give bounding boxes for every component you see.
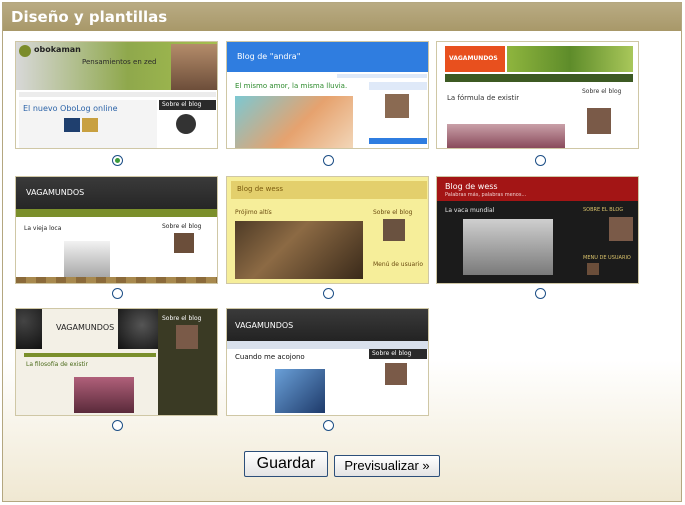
template-grid: obokaman Pensamientos en zed El nuevo Ob…	[3, 31, 681, 501]
template-thumbnail-5[interactable]: Blog de wess Prójimo altís Sobre el blog…	[226, 176, 429, 284]
save-button-label: Guardar	[256, 455, 316, 472]
template-8-post-title: Cuando me acojono	[235, 353, 305, 361]
template-radio-6[interactable]	[535, 288, 546, 299]
template-2-post-title: El mismo amor, la misma lluvia.	[235, 82, 348, 90]
panel-header: Diseño y plantillas	[3, 3, 681, 31]
template-5-banner: Blog de wess	[237, 185, 283, 193]
preview-button[interactable]: Previsualizar »	[334, 455, 440, 477]
template-radio-8[interactable]	[323, 420, 334, 431]
template-8-banner: VAGAMUNDOS	[235, 321, 294, 330]
template-5-post-title: Prójimo altís	[235, 209, 272, 216]
save-button[interactable]: Guardar	[244, 451, 328, 477]
template-6-post-title: La vaca mundial	[445, 207, 495, 214]
panel-title: Diseño y plantillas	[11, 8, 168, 26]
template-radio-1[interactable]	[112, 155, 123, 166]
template-3-banner: VAGAMUNDOS	[449, 55, 498, 62]
template-5-sidebar-heading: Sobre el blog	[373, 209, 413, 216]
template-4-sidebar-heading: Sobre el blog	[162, 223, 202, 230]
template-6-sidebar-heading: SOBRE EL BLOG	[583, 207, 624, 213]
template-thumbnail-8[interactable]: VAGAMUNDOS Cuando me acojono Sobre el bl…	[226, 308, 429, 416]
template-4-banner: VAGAMUNDOS	[26, 188, 85, 197]
template-thumbnail-6[interactable]: Blog de wess Palabras más, palabras meno…	[436, 176, 639, 284]
template-5-sidebar-heading2: Menú de usuario	[373, 261, 424, 268]
template-3-sidebar-heading: Sobre el blog	[582, 88, 622, 95]
template-thumbnail-1[interactable]: obokaman Pensamientos en zed El nuevo Ob…	[15, 41, 218, 149]
template-2-banner: Blog de "andra"	[237, 52, 301, 61]
template-4-post-title: La vieja loca	[24, 225, 62, 232]
template-6-banner: Blog de wess	[445, 182, 498, 191]
template-radio-2[interactable]	[323, 155, 334, 166]
template-1-tagline: Pensamientos en zed	[82, 58, 157, 66]
template-6-sidebar-heading2: MENÚ DE USUARIO	[583, 255, 631, 261]
template-3-post-title: La fórmula de existir	[447, 94, 520, 102]
template-thumbnail-3[interactable]: VAGAMUNDOS La fórmula de existir Sobre e…	[436, 41, 639, 149]
template-thumbnail-4[interactable]: VAGAMUNDOS La vieja loca Sobre el blog	[15, 176, 218, 284]
template-radio-4[interactable]	[112, 288, 123, 299]
template-radio-5[interactable]	[323, 288, 334, 299]
template-1-banner: obokaman	[34, 45, 81, 54]
template-6-tagline: Palabras más, palabras menos...	[445, 192, 527, 198]
template-8-sidebar-heading: Sobre el blog	[372, 350, 412, 357]
template-7-banner: VAGAMUNDOS	[56, 323, 115, 332]
template-thumbnail-2[interactable]: Blog de "andra" El mismo amor, la misma …	[226, 41, 429, 149]
template-7-post-title: La filosofía de existir	[26, 361, 89, 368]
preview-button-label: Previsualizar »	[344, 458, 430, 473]
template-radio-3[interactable]	[535, 155, 546, 166]
template-1-sidebar-heading: Sobre el blog	[162, 101, 202, 108]
template-7-sidebar-heading: Sobre el blog	[162, 315, 202, 322]
template-thumbnail-7[interactable]: VAGAMUNDOS Sobre el blog La filosofía de…	[15, 308, 218, 416]
design-templates-panel: Diseño y plantillas obokaman Pensamiento…	[2, 2, 682, 502]
template-1-post-title: El nuevo OboLog online	[23, 104, 118, 113]
template-radio-7[interactable]	[112, 420, 123, 431]
